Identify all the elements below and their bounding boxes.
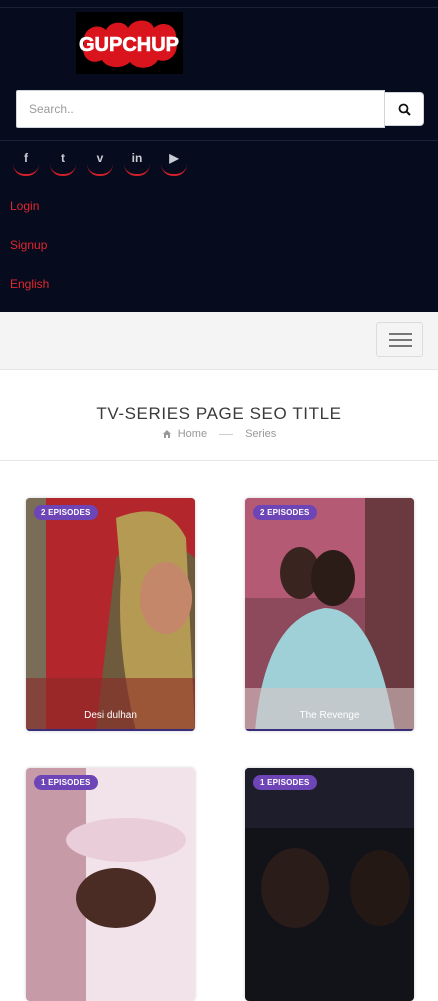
navbar [0,312,438,370]
social-links: f t v in ▶ [13,148,187,176]
site-logo[interactable]: GUPCHUP GUPCHUP [76,12,183,74]
search-input[interactable] [16,90,385,128]
search-button[interactable] [384,92,424,126]
login-link[interactable]: Login [10,199,39,213]
breadcrumb-separator [219,433,234,435]
search-icon [398,103,411,116]
series-title: The Revenge [299,710,360,721]
home-icon [162,430,171,438]
series-thumbnail [245,498,414,731]
episode-count-badge: 2 EPISODES [253,505,317,520]
page-heading: TV-SERIES PAGE SEO TITLE Home Series [0,371,438,461]
facebook-icon[interactable]: f [13,148,39,176]
series-thumbnail [26,768,195,1001]
series-card[interactable]: 2 EPISODES The Revenge [245,498,414,731]
site-header: GUPCHUP GUPCHUP f t v in ▶ Login Signup … [0,0,438,312]
hamburger-icon [389,339,412,341]
search-bar [16,90,424,128]
episode-count-badge: 1 EPISODES [34,775,98,790]
series-thumbnail [245,768,414,1001]
logo-image: GUPCHUP GUPCHUP [76,12,183,74]
episode-count-badge: 1 EPISODES [253,775,317,790]
card-bottom-bar [26,729,195,731]
page-title: TV-SERIES PAGE SEO TITLE [96,404,342,423]
series-card[interactable]: 2 EPISODES Desi dulhan [26,498,195,731]
language-link[interactable]: English [10,277,49,291]
header-divider [0,140,438,141]
breadcrumb: Home Series [0,428,438,440]
series-title: Desi dulhan [84,710,137,721]
series-thumbnail [26,498,195,731]
signup-link[interactable]: Signup [10,238,47,252]
series-card[interactable]: 1 EPISODES [245,768,414,1001]
header-top-line [0,7,438,8]
breadcrumb-current: Series [245,428,277,440]
episode-count-badge: 2 EPISODES [34,505,98,520]
youtube-icon[interactable]: ▶ [161,148,187,176]
series-card[interactable]: 1 EPISODES [26,768,195,1001]
breadcrumb-home[interactable]: Home [178,428,207,440]
hamburger-icon [389,333,412,335]
card-bottom-bar [245,729,414,731]
vimeo-icon[interactable]: v [87,148,113,176]
twitter-icon[interactable]: t [50,148,76,176]
menu-toggle-button[interactable] [376,322,423,357]
hamburger-icon [389,345,412,347]
linkedin-icon[interactable]: in [124,148,150,176]
svg-text:GUPCHUP: GUPCHUP [79,34,179,56]
